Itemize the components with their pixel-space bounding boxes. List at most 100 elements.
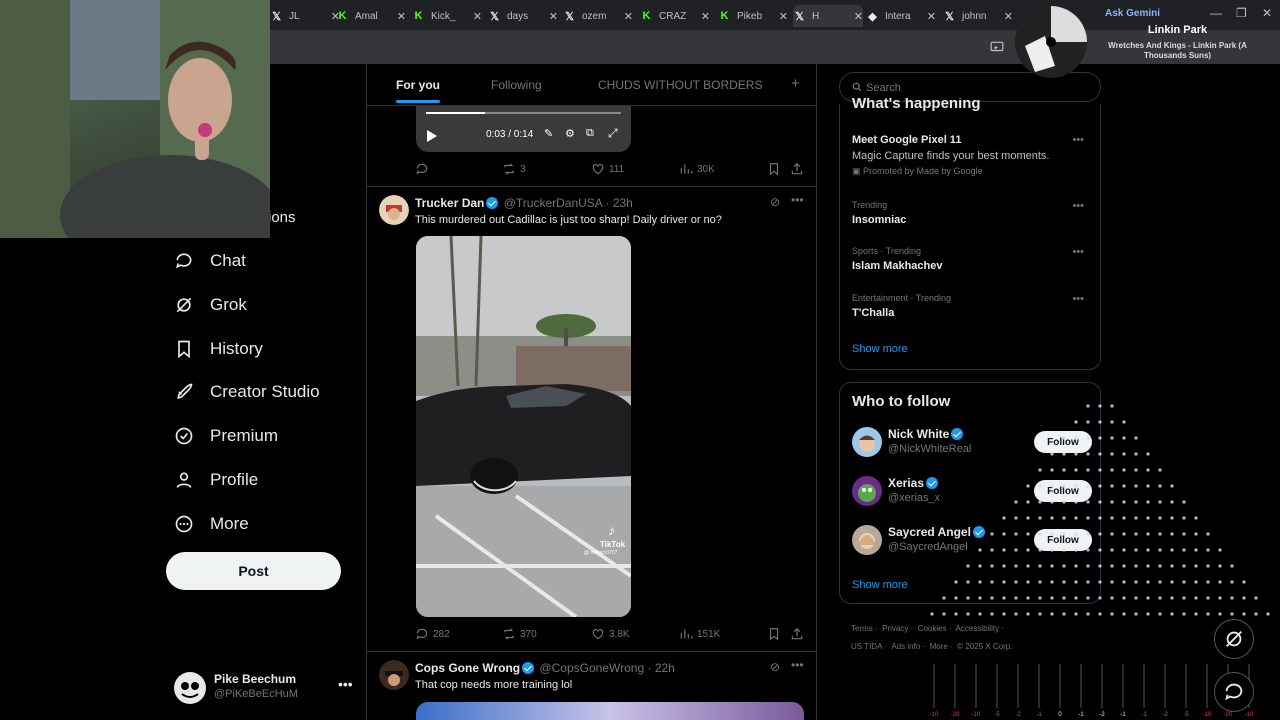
trend-item[interactable]: Sports · Trending Islam Makhachev •••	[852, 246, 1092, 272]
floating-grok-button[interactable]	[1214, 619, 1254, 659]
footer-link[interactable]: Terms	[851, 624, 873, 633]
sidebar-item-premium[interactable]: Premium	[174, 421, 278, 451]
like-button[interactable]: 111	[591, 162, 624, 176]
follow-suggestion[interactable]: Xerias @xerias_x Follow	[852, 476, 1092, 512]
overlay-dot	[1194, 596, 1198, 600]
trend-item[interactable]: Meet Google Pixel 11 Magic Capture finds…	[852, 134, 1092, 177]
account-avatar	[174, 672, 206, 704]
sidebar-item-creator-studio[interactable]: Creator Studio	[174, 377, 320, 407]
footer-link[interactable]: Accessibility	[956, 624, 1000, 633]
tweet-avatar[interactable]	[379, 660, 409, 690]
trend-more-icon[interactable]: •••	[1072, 134, 1084, 146]
browser-tab[interactable]: ◆ Intera ✕	[866, 5, 936, 27]
play-icon[interactable]	[427, 130, 437, 142]
tweet[interactable]: Cops Gone Wrong @CopsGoneWrong · 22h ⊘ •…	[367, 652, 816, 720]
tweet-author-handle[interactable]: @CopsGoneWrong	[539, 661, 644, 675]
sidebar-item-chat[interactable]: Chat	[174, 246, 246, 276]
browser-tab[interactable]: K CRAZ ✕	[640, 5, 710, 27]
overlay-dot	[1134, 580, 1138, 584]
tweet-time[interactable]: · 23h	[606, 196, 633, 210]
views-button[interactable]: 151K	[679, 627, 720, 641]
trend-more-icon[interactable]: •••	[1072, 200, 1084, 212]
retweet-button[interactable]: 3	[502, 162, 526, 176]
close-tab-icon[interactable]: ✕	[701, 10, 710, 23]
follow-suggestion[interactable]: Saycred Angel @SaycredAngel Follow	[852, 525, 1092, 561]
views-button[interactable]: 30K	[679, 162, 715, 176]
browser-tab[interactable]: 𝕏 JL ✕	[270, 5, 340, 27]
cast-icon[interactable]	[990, 40, 1004, 54]
share-button[interactable]	[790, 627, 804, 641]
trend-more-icon[interactable]: •••	[1072, 293, 1084, 305]
footer-link[interactable]: More	[930, 642, 948, 651]
follow-button[interactable]: Follow	[1034, 529, 1092, 551]
close-tab-icon[interactable]: ✕	[1004, 10, 1013, 23]
close-tab-icon[interactable]: ✕	[779, 10, 788, 23]
trend-item[interactable]: Trending Insomniac •••	[852, 200, 1092, 226]
footer-link[interactable]: US TIDA	[851, 642, 882, 651]
tab-for-you[interactable]: For you	[396, 78, 440, 103]
account-switcher[interactable]: Pike Beechum @PiKeBeEcHuM •••	[174, 668, 354, 708]
browser-tab[interactable]: K Amal ✕	[336, 5, 406, 27]
tweet-author-name[interactable]: Cops Gone Wrong	[415, 661, 520, 675]
browser-tab[interactable]: 𝕏 H ✕	[793, 5, 863, 27]
video-progress-bar[interactable]	[426, 112, 621, 114]
sidebar-item-more[interactable]: More	[174, 509, 249, 539]
sidebar-item-history[interactable]: History	[174, 334, 263, 364]
tweet-author-name[interactable]: Trucker Dan	[415, 196, 484, 210]
floating-chat-button[interactable]	[1214, 672, 1254, 712]
sidebar-item-profile[interactable]: Profile	[174, 465, 258, 495]
like-button[interactable]: 3.8K	[591, 627, 630, 641]
tweet-avatar[interactable]	[379, 195, 409, 225]
reply-button[interactable]: 282	[415, 627, 450, 641]
nav-item-partial[interactable]: ions	[268, 209, 296, 226]
reply-button[interactable]	[415, 162, 429, 176]
bookmark-button[interactable]	[767, 627, 781, 641]
close-tab-icon[interactable]: ✕	[927, 10, 936, 23]
tab-chuds-without-borders[interactable]: CHUDS WITHOUT BORDERS	[598, 78, 762, 92]
tweet-media[interactable]: ♪ TikTok @ redram3707	[416, 236, 631, 617]
follow-button[interactable]: Follow	[1034, 431, 1092, 453]
tweet-more-icon[interactable]: •••	[791, 658, 804, 672]
tweet[interactable]: Trucker Dan @TruckerDanUSA · 23h ⊘ ••• T…	[367, 187, 816, 651]
browser-tab[interactable]: K Pikeb ✕	[718, 5, 788, 27]
close-tab-icon[interactable]: ✕	[854, 10, 863, 23]
mute-icon[interactable]: ✎	[544, 127, 553, 140]
footer-link[interactable]: Privacy	[882, 624, 908, 633]
overlay-dot	[1230, 564, 1234, 568]
close-tab-icon[interactable]: ✕	[397, 10, 406, 23]
retweet-button[interactable]: 370	[502, 627, 537, 641]
show-more-link[interactable]: Show more	[852, 579, 908, 591]
trend-more-icon[interactable]: •••	[1072, 246, 1084, 258]
close-tab-icon[interactable]: ✕	[473, 10, 482, 23]
browser-tab[interactable]: 𝕏johnn ✕	[943, 5, 1013, 27]
browser-tab[interactable]: 𝕏ozem ✕	[563, 5, 633, 27]
browser-tab[interactable]: 𝕏days ✕	[488, 5, 558, 27]
sidebar-item-grok[interactable]: Grok	[174, 290, 247, 320]
grok-tweet-icon[interactable]: ⊘	[770, 195, 780, 209]
follow-button[interactable]: Follow	[1034, 480, 1092, 502]
tweet-author-handle[interactable]: @TruckerDanUSA	[504, 196, 602, 210]
footer-link[interactable]: Ads info	[891, 642, 920, 651]
browser-tab[interactable]: K Kick_ ✕	[412, 5, 482, 27]
close-tab-icon[interactable]: ✕	[624, 10, 633, 23]
account-more-icon[interactable]: •••	[338, 676, 353, 692]
bookmark-button[interactable]	[767, 162, 781, 176]
tab-following[interactable]: Following	[491, 78, 542, 92]
tweet-more-icon[interactable]: •••	[791, 193, 804, 207]
prev-video[interactable]: 0:03 / 0:14 ✎ ⚙ ⧉ ⤢	[416, 106, 631, 152]
grok-tweet-icon[interactable]: ⊘	[770, 660, 780, 674]
tweet-time[interactable]: · 22h	[647, 661, 674, 675]
follow-suggestion[interactable]: Nick White @NickWhiteReal Follow	[852, 427, 1092, 463]
pip-icon[interactable]: ⧉	[586, 127, 594, 140]
close-tab-icon[interactable]: ✕	[549, 10, 558, 23]
settings-icon[interactable]: ⚙	[565, 127, 575, 140]
trend-item[interactable]: Entertainment · Trending T'Challa •••	[852, 293, 1092, 319]
fullscreen-icon[interactable]: ⤢	[608, 126, 618, 141]
add-tab-icon[interactable]: +	[791, 75, 800, 92]
show-more-link[interactable]: Show more	[852, 343, 908, 355]
tweet-media[interactable]	[416, 702, 804, 720]
share-button[interactable]	[790, 162, 804, 176]
overlay-dot	[1146, 484, 1150, 488]
footer-link[interactable]: Cookies	[918, 624, 947, 633]
post-button[interactable]: Post	[166, 552, 341, 590]
